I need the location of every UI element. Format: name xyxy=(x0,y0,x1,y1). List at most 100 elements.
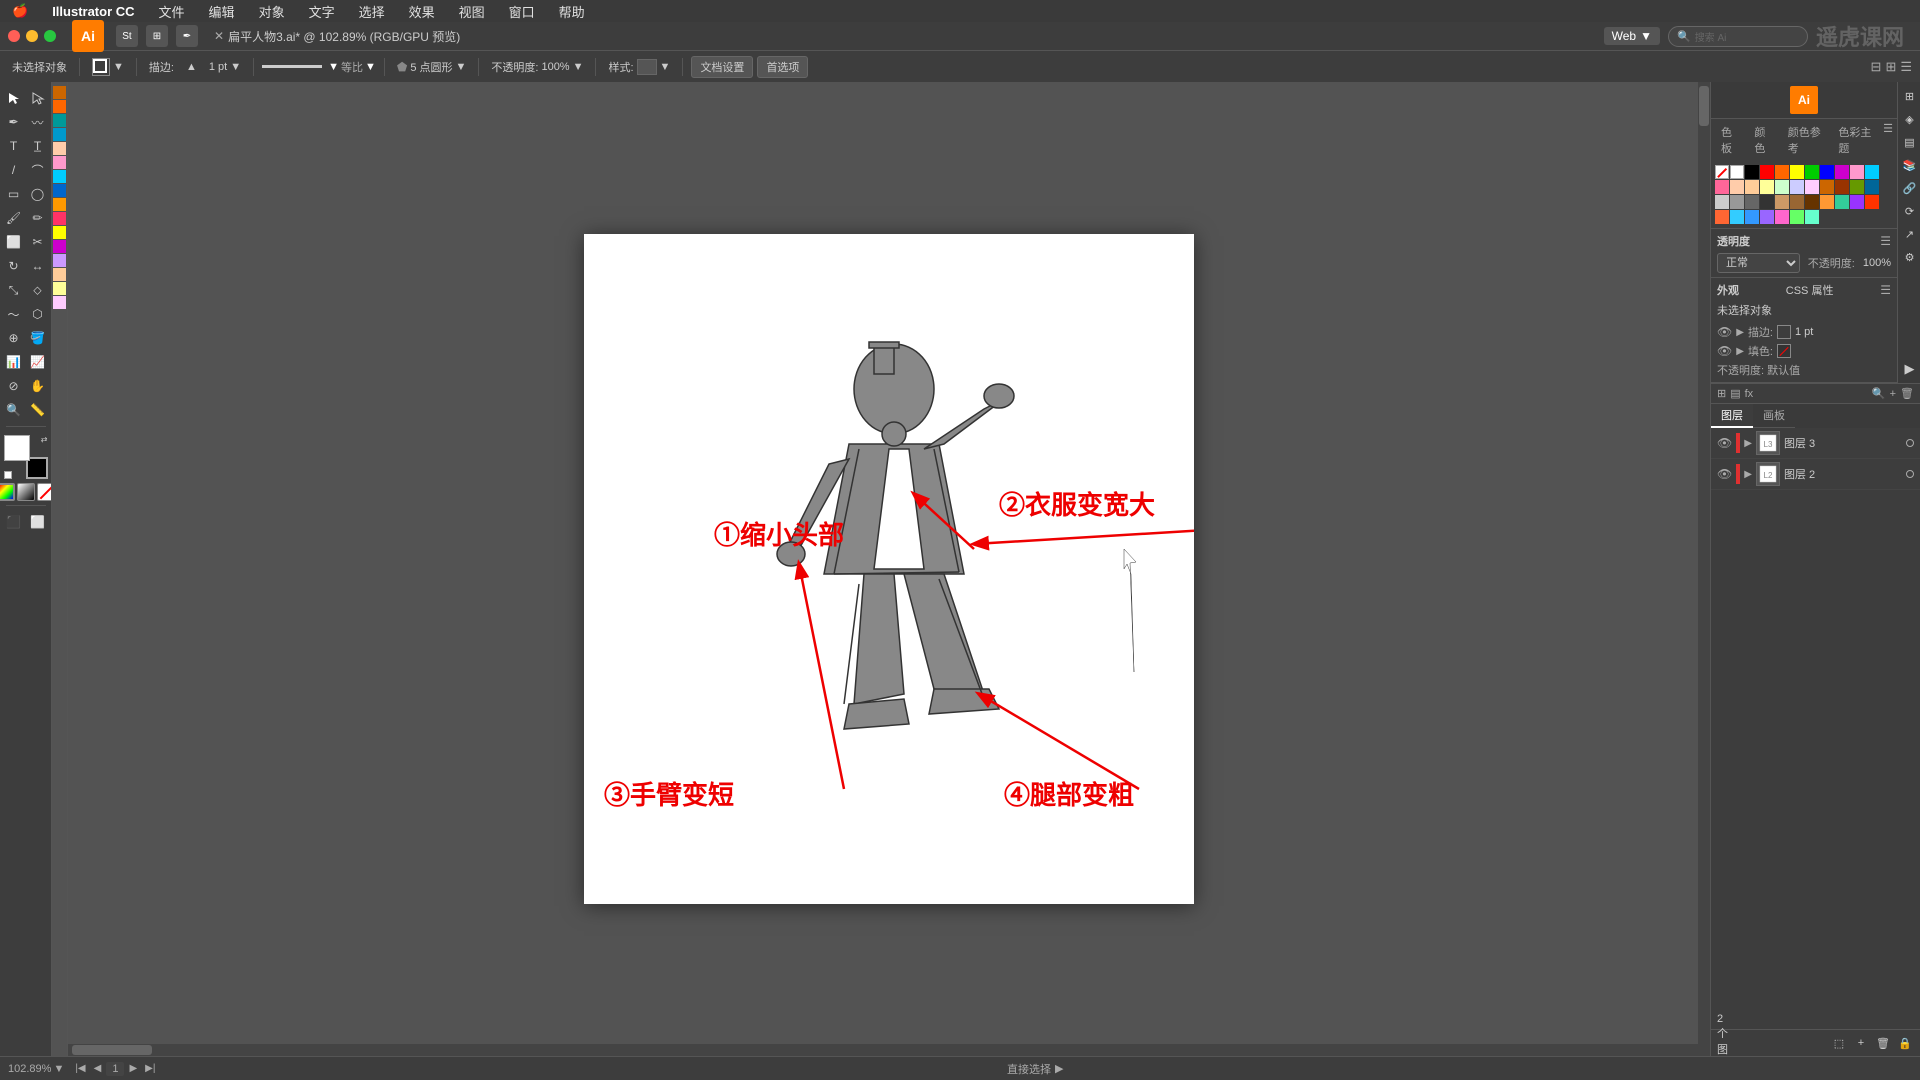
vertical-scrollbar[interactable] xyxy=(1698,82,1710,1056)
swatch-pink[interactable] xyxy=(1850,165,1864,179)
fill-expand-icon[interactable]: ▶ xyxy=(1736,346,1744,357)
layer3-visibility-icon[interactable]: 👁 xyxy=(1717,436,1732,450)
horizontal-scrollbar[interactable] xyxy=(68,1044,1698,1056)
vscroll-thumb[interactable] xyxy=(1699,86,1709,126)
swatch-light-yellow[interactable] xyxy=(53,282,66,295)
search-box[interactable]: 🔍 搜索 Ai xyxy=(1668,26,1808,47)
swatch-lime[interactable] xyxy=(1790,210,1804,224)
tab-artboards[interactable]: 画板 xyxy=(1753,404,1795,428)
menu-view[interactable]: 视图 xyxy=(455,0,489,23)
swatch-medium-purple[interactable] xyxy=(1760,210,1774,224)
swatch-black[interactable] xyxy=(1745,165,1759,179)
stroke-value[interactable]: 1 pt ▼ xyxy=(205,59,245,75)
properties-icon[interactable]: ⊞ xyxy=(1900,86,1920,106)
fill-swatch-ap[interactable] xyxy=(1777,344,1791,358)
first-page-button[interactable]: |◀ xyxy=(72,1062,88,1075)
swatch-peach[interactable] xyxy=(1730,180,1744,194)
swatch-yellow[interactable] xyxy=(53,226,66,239)
panel-ctrl-fx[interactable]: fx xyxy=(1745,388,1754,400)
expand-icon[interactable]: ▶ xyxy=(1900,359,1920,379)
swatch-pale-pink[interactable] xyxy=(1805,180,1819,194)
libraries-icon[interactable]: 📚 xyxy=(1900,155,1920,175)
swatch-blue[interactable] xyxy=(1820,165,1834,179)
swatch-tan[interactable] xyxy=(1775,195,1789,209)
hand-tool[interactable]: ✋ xyxy=(27,374,49,398)
live-paint-bucket[interactable]: 🪣 xyxy=(27,326,49,350)
doc-settings-button[interactable]: 文档设置 xyxy=(691,56,753,78)
canvas-area[interactable]: ①缩小头部 ②衣服变宽大 ③手臂变短 ④腿部变粗 xyxy=(68,82,1710,1056)
swatch-dark-gray[interactable] xyxy=(1745,195,1759,209)
type-tool[interactable]: T xyxy=(3,134,25,158)
swatch-rose[interactable] xyxy=(1715,180,1729,194)
panel-ctrl-add[interactable]: + xyxy=(1890,388,1896,400)
swatch-hot-pink[interactable] xyxy=(1775,210,1789,224)
menu-edit[interactable]: 编辑 xyxy=(205,0,239,23)
zoom-level[interactable]: 102.89% ▼ xyxy=(8,1063,64,1075)
stroke-swatch-ap[interactable] xyxy=(1777,325,1791,339)
panel-ctrl-del[interactable]: 🗑 xyxy=(1900,387,1914,400)
swatch-yellow-orange[interactable] xyxy=(53,198,66,211)
line-tool[interactable]: / xyxy=(3,158,25,182)
transparency-menu-icon[interactable]: ☰ xyxy=(1880,234,1891,248)
slice-tool[interactable]: ⊘ xyxy=(3,374,25,398)
hscroll-thumb[interactable] xyxy=(72,1045,152,1055)
menu-effect[interactable]: 效果 xyxy=(405,0,439,23)
zoom-tool[interactable]: 🔍 xyxy=(3,398,25,422)
menu-file[interactable]: 文件 xyxy=(155,0,189,23)
rect-tool[interactable]: ▭ xyxy=(3,182,25,206)
transform-icon[interactable]: ⊞ xyxy=(1885,59,1896,75)
layers-icon[interactable]: ▤ xyxy=(1900,132,1920,152)
settings-icon[interactable]: ⚙ xyxy=(1900,247,1920,267)
column-graph-tool[interactable]: 📊 xyxy=(3,350,25,374)
tab-close-button[interactable]: ✕ xyxy=(214,29,224,43)
preferences-button[interactable]: 首选项 xyxy=(757,56,808,78)
swatch-pale-green[interactable] xyxy=(1775,180,1789,194)
layer-3-row[interactable]: 👁 ▶ L3 图层 3 xyxy=(1711,428,1920,459)
pen-tool[interactable]: ✒ xyxy=(3,110,25,134)
layer3-target-dot[interactable] xyxy=(1906,439,1914,447)
direct-selection-tool[interactable] xyxy=(27,86,49,110)
curvature-tool[interactable]: 〰 xyxy=(27,110,49,134)
prev-page-button[interactable]: ◀ xyxy=(91,1062,105,1075)
swatch-sky[interactable] xyxy=(1730,210,1744,224)
export-icon[interactable]: ↗ xyxy=(1900,224,1920,244)
swatch-teal[interactable] xyxy=(1865,180,1879,194)
swatch-coral[interactable] xyxy=(1715,210,1729,224)
swatch-orange[interactable] xyxy=(1775,165,1789,179)
menu-object[interactable]: 对象 xyxy=(255,0,289,23)
swatch-white[interactable] xyxy=(1730,165,1744,179)
tab-color-ref[interactable]: 颜色参考 xyxy=(1782,122,1829,158)
swatch-light-gray[interactable] xyxy=(1715,195,1729,209)
appearance-menu-icon[interactable]: ☰ xyxy=(1880,283,1891,297)
stroke-expand-icon[interactable]: ▶ xyxy=(1736,327,1744,338)
panel-ctrl-search[interactable]: 🔍 xyxy=(1872,387,1886,400)
swatch-brown[interactable] xyxy=(1820,180,1834,194)
panel-ctrl-grid[interactable]: ⊞ xyxy=(1717,387,1726,400)
measure-tool[interactable]: 📏 xyxy=(27,398,49,422)
swatch-lavender[interactable] xyxy=(53,254,66,267)
maximize-button[interactable] xyxy=(44,30,56,42)
swatch-blue2[interactable] xyxy=(53,184,66,197)
eraser-tool[interactable]: ⬜ xyxy=(3,230,25,254)
none-mode[interactable] xyxy=(37,483,53,501)
panel-menu-icon[interactable]: ☰ xyxy=(1883,122,1893,158)
gradient-mode[interactable] xyxy=(17,483,35,501)
web-dropdown[interactable]: Web ▼ xyxy=(1604,27,1660,45)
lock-layer-button[interactable]: 🔒 xyxy=(1896,1034,1914,1052)
swatch-red-pink[interactable] xyxy=(53,212,66,225)
paintbrush-tool[interactable]: 🖌 xyxy=(3,206,25,230)
swatch-light-orange[interactable] xyxy=(53,268,66,281)
swatch-red[interactable] xyxy=(1760,165,1774,179)
swatch-olive[interactable] xyxy=(1850,180,1864,194)
tab-color-theme[interactable]: 色彩主题 xyxy=(1832,122,1879,158)
swatch-teal[interactable] xyxy=(53,114,66,127)
swatch-pink1[interactable] xyxy=(53,156,66,169)
icon-brush[interactable]: ✒ xyxy=(176,25,198,47)
swatch-blue1[interactable] xyxy=(53,128,66,141)
layer-2-row[interactable]: 👁 ▶ L2 图层 2 xyxy=(1711,459,1920,490)
selection-tool[interactable] xyxy=(3,86,25,110)
tool-status-expand[interactable]: ▶ xyxy=(1055,1062,1063,1075)
swatch-pale-yellow[interactable] xyxy=(1760,180,1774,194)
delete-layer-button[interactable]: 🗑 xyxy=(1874,1034,1892,1052)
swatch-violet[interactable] xyxy=(1850,195,1864,209)
